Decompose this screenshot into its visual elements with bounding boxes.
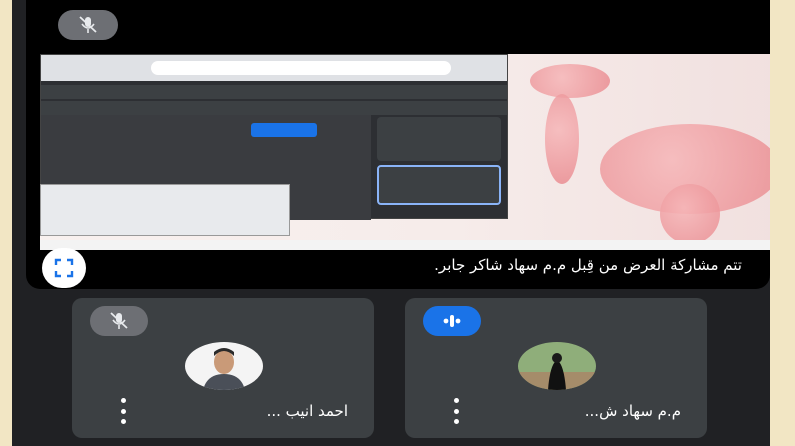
browser-url-bar [151, 61, 451, 75]
shared-screen-content [40, 54, 770, 250]
shared-stop-presenting-button [251, 123, 317, 137]
top-participant-tile[interactable] [26, 0, 770, 54]
meet-app: تتم مشاركة العرض من قِبل م.م سهاد شاكر ج… [12, 0, 770, 446]
audio-level-icon [423, 306, 481, 336]
more-options-icon[interactable] [118, 398, 128, 424]
browser-toolbar [41, 55, 507, 81]
avatar [185, 342, 263, 390]
participant-name: احمد انيب ... [266, 402, 348, 420]
presentation-banner-text: تتم مشاركة العرض من قِبل م.م سهاد شاكر ج… [434, 256, 742, 274]
more-options-icon[interactable] [451, 398, 461, 424]
presenting-banner [41, 101, 507, 115]
shared-popup-thumbnails [40, 184, 290, 236]
shared-self-tile [377, 165, 501, 205]
shared-taskbar [40, 240, 770, 250]
fullscreen-icon [54, 258, 74, 278]
mic-off-icon [90, 306, 148, 336]
participant-name: م.م سهاد ش... [584, 402, 681, 420]
participant-tile[interactable]: احمد انيب ... [72, 298, 374, 438]
mic-off-icon [58, 10, 118, 40]
participant-tile[interactable]: م.م سهاد ش... [405, 298, 707, 438]
shared-others-tile [377, 117, 501, 161]
avatar [518, 342, 596, 390]
extension-warning-banner [41, 85, 507, 99]
fullscreen-button[interactable] [42, 248, 86, 288]
presentation-tile[interactable] [26, 54, 770, 289]
